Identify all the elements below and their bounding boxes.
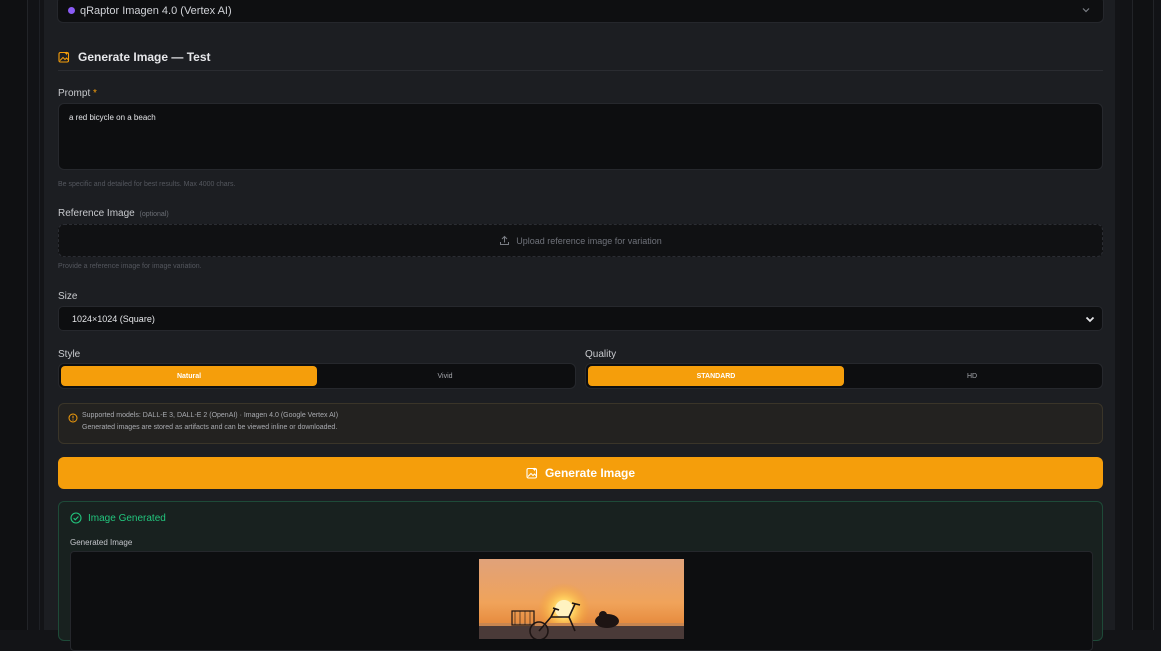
result-header: Image Generated bbox=[70, 512, 166, 524]
reference-label: Reference Image (optional) bbox=[58, 208, 169, 219]
style-label: Style bbox=[58, 349, 81, 360]
generated-image-frame bbox=[70, 551, 1093, 651]
left-rail bbox=[0, 0, 28, 630]
quality-option-standard[interactable]: STANDARD bbox=[588, 366, 844, 386]
upload-icon bbox=[500, 235, 510, 245]
prompt-hint: Be specific and detailed for best result… bbox=[58, 181, 236, 188]
quality-label: Quality bbox=[585, 349, 617, 360]
quality-toggle: STANDARD HD bbox=[585, 363, 1103, 389]
image-sparkle-icon bbox=[58, 51, 70, 63]
size-select[interactable]: 1024×1024 (Square) bbox=[58, 306, 1103, 331]
style-toggle: Natural Vivid bbox=[58, 363, 576, 389]
section-header: Generate Image — Test bbox=[58, 47, 211, 67]
result-status: Image Generated bbox=[88, 512, 166, 524]
info-circle-icon bbox=[68, 413, 78, 423]
reference-label-text: Reference Image bbox=[58, 208, 135, 219]
size-label: Size bbox=[58, 291, 78, 302]
info-notice: Supported models: DALL-E 3, DALL-E 2 (Op… bbox=[58, 403, 1103, 444]
chevron-down-icon bbox=[1082, 8, 1090, 13]
right-gutter bbox=[1120, 0, 1161, 630]
required-mark: * bbox=[93, 88, 97, 99]
style-option-natural[interactable]: Natural bbox=[61, 366, 317, 386]
quality-option-hd[interactable]: HD bbox=[844, 366, 1100, 386]
reference-upload-dropzone[interactable]: Upload reference image for variation bbox=[58, 224, 1103, 257]
image-sparkle-icon bbox=[526, 467, 538, 479]
generate-image-label: Generate Image bbox=[544, 466, 636, 480]
prompt-label-text: Prompt bbox=[58, 88, 91, 99]
info-line-1: Supported models: DALL-E 3, DALL-E 2 (Op… bbox=[82, 412, 339, 419]
check-circle-icon bbox=[70, 512, 82, 524]
model-select[interactable]: qRaptor Imagen 4.0 (Vertex AI) bbox=[57, 0, 1104, 23]
model-status-dot bbox=[68, 7, 75, 14]
info-line-2: Generated images are stored as artifacts… bbox=[82, 424, 338, 431]
size-select-value: 1024×1024 (Square) bbox=[72, 314, 155, 324]
scrollbar-track[interactable] bbox=[1132, 0, 1154, 630]
style-option-vivid[interactable]: Vivid bbox=[317, 366, 573, 386]
model-select-value: qRaptor Imagen 4.0 (Vertex AI) bbox=[80, 5, 232, 17]
generate-image-button[interactable]: Generate Image bbox=[58, 457, 1103, 489]
generated-image[interactable] bbox=[479, 559, 684, 639]
optional-tag: (optional) bbox=[139, 211, 169, 218]
generated-image-label: Generated Image bbox=[70, 538, 133, 547]
prompt-value: a red bicycle on a beach bbox=[69, 113, 156, 122]
upload-text: Upload reference image for variation bbox=[516, 235, 662, 246]
reference-hint: Provide a reference image for image vari… bbox=[58, 263, 202, 270]
section-title: Generate Image — Test bbox=[78, 50, 211, 64]
chevron-down-icon bbox=[1085, 316, 1095, 323]
prompt-textarea[interactable]: a red bicycle on a beach bbox=[58, 103, 1103, 170]
prompt-label: Prompt * bbox=[58, 88, 97, 99]
result-panel: Image Generated Generated Image bbox=[58, 501, 1103, 651]
left-sidebar bbox=[0, 0, 40, 630]
section-divider bbox=[58, 70, 1103, 71]
